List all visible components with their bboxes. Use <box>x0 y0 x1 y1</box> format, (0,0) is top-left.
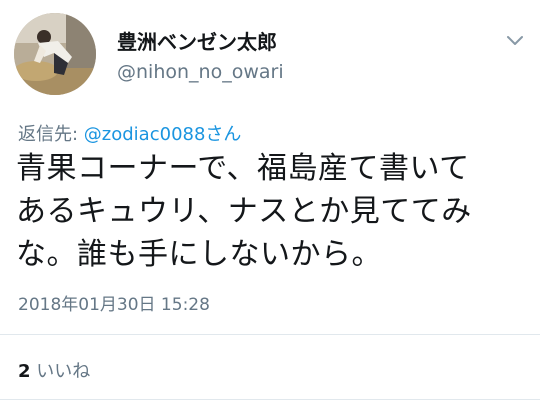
tweet-card: 豊洲ベンゼン太郎 @nihon_no_owari 返信先: @zodiac008… <box>0 0 540 402</box>
reply-prefix: 返信先: <box>18 124 84 145</box>
divider <box>0 334 540 335</box>
like-stats[interactable]: 2 いいね <box>18 357 90 383</box>
user-handle[interactable]: @nihon_no_owari <box>117 61 284 83</box>
reply-to-user-link[interactable]: @zodiac0088さん <box>84 124 242 145</box>
reply-context: 返信先: @zodiac0088さん <box>18 120 241 146</box>
tweet-timestamp[interactable]: 2018年01月30日 15:28 <box>18 290 210 315</box>
avatar[interactable] <box>14 13 96 95</box>
divider <box>0 399 540 400</box>
chevron-down-icon[interactable] <box>503 28 527 52</box>
like-label: いいね <box>30 361 91 382</box>
tweet-text: 青果コーナーで、福島産て書いて あるキュウリ、ナスとか見ててみ な。誰も手にしな… <box>16 151 472 272</box>
avatar-photo <box>14 13 96 95</box>
like-count: 2 <box>18 361 31 382</box>
display-name[interactable]: 豊洲ベンゼン太郎 <box>117 26 277 55</box>
